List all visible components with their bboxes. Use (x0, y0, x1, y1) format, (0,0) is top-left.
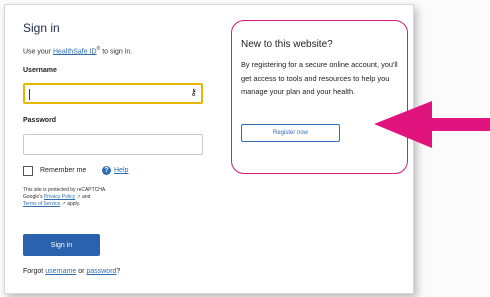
pointer-arrow-icon (374, 101, 490, 148)
pointer-arrow-shape (374, 101, 490, 148)
